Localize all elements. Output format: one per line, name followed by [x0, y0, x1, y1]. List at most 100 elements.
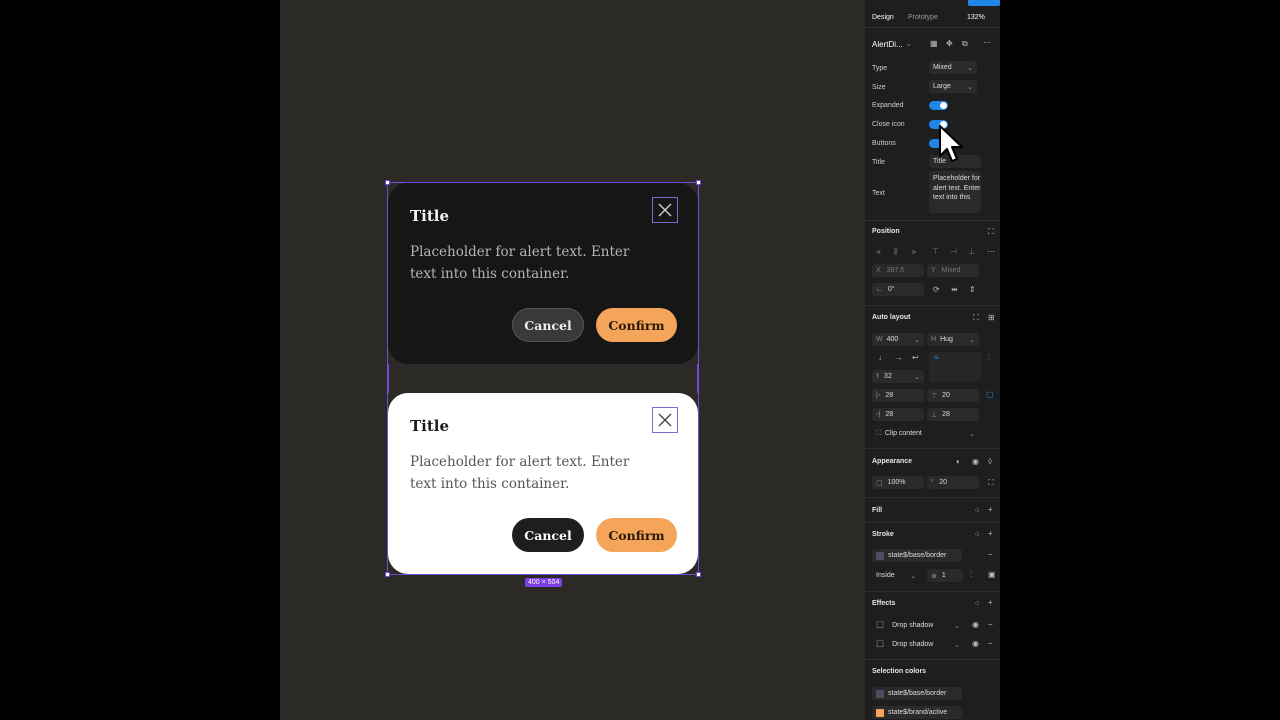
padding-left-input[interactable]: |◦ 28	[872, 389, 924, 402]
align-center-v-icon[interactable]: ⊣	[950, 247, 957, 256]
stroke-position-select[interactable]: Inside ⌄	[872, 569, 920, 582]
flip-horizontal-icon[interactable]: ⇹	[951, 285, 958, 294]
resize-handle-top-left[interactable]	[385, 180, 390, 185]
chevron-down-icon[interactable]: ⌄	[906, 40, 912, 48]
resize-handle-bottom-left[interactable]	[385, 572, 390, 577]
resize-handle-top-right[interactable]	[696, 180, 701, 185]
share-button[interactable]	[968, 0, 1000, 6]
stroke-settings-icon[interactable]: ⫶	[970, 570, 972, 580]
more-icon[interactable]: ⋯	[983, 38, 991, 47]
arrow-right-icon[interactable]: →	[895, 353, 903, 362]
stroke-weight-input[interactable]: ≣ 1	[927, 569, 963, 582]
component-icon[interactable]: ✥	[946, 39, 953, 48]
text-input[interactable]: Placeholder for alert text. Enter text i…	[929, 171, 981, 213]
h-value: Hug	[940, 336, 953, 343]
divider	[865, 448, 1000, 449]
y-value: Mixed	[941, 267, 961, 274]
alert-dialog-dark[interactable]: Title Placeholder for alert text. Enter …	[388, 183, 698, 364]
flip-vertical-icon[interactable]: ⇕	[969, 285, 976, 294]
add-icon[interactable]: +	[988, 505, 993, 514]
effect-item[interactable]: ☐ Drop shadow ⌄	[872, 619, 962, 632]
confirm-button[interactable]: Confirm	[596, 308, 677, 342]
divider	[865, 497, 1000, 498]
checkbox-icon[interactable]: ☐	[876, 639, 884, 650]
dialog-title: Title	[410, 417, 450, 435]
padding-top-input[interactable]: ⊤ 20	[927, 389, 979, 402]
independent-padding-icon[interactable]: ▢	[986, 390, 994, 399]
padding-bottom-input[interactable]: ⊥ 28	[927, 408, 979, 421]
zoom-level[interactable]: 132%	[967, 14, 985, 21]
close-icon[interactable]	[652, 407, 678, 433]
y-input[interactable]: Y Mixed	[927, 264, 979, 277]
x-input[interactable]: X 387.5	[872, 264, 924, 277]
style-grid-icon[interactable]: ⁘	[974, 599, 981, 608]
type-select[interactable]: Mixed ⌄	[929, 61, 977, 74]
checkbox-icon[interactable]: ☐	[876, 620, 884, 631]
copy-icon[interactable]: ⧉	[962, 39, 968, 49]
clip-content-select[interactable]: ⛶ Clip content ⌄	[872, 427, 979, 440]
padding-left-icon: |◦	[876, 392, 881, 399]
effect-name: Drop shadow	[892, 622, 934, 629]
remove-icon[interactable]: −	[988, 639, 993, 648]
rotation-input[interactable]: ∟ 0°	[872, 283, 924, 296]
align-center-h-icon[interactable]: ⫼	[894, 247, 898, 257]
add-icon[interactable]: +	[988, 529, 993, 538]
advanced-layout-icon[interactable]: ⫶	[988, 353, 990, 363]
layout-settings-icon[interactable]: ⊞	[988, 313, 995, 322]
align-top-icon[interactable]: ⊤	[932, 247, 939, 256]
selection-color-item[interactable]: state$/brand/active	[872, 706, 962, 719]
resize-handle-bottom-right[interactable]	[696, 572, 701, 577]
width-input[interactable]: W 400 ⌄	[872, 333, 924, 346]
color-name: state$/base/border	[888, 690, 947, 697]
size-select[interactable]: Large ⌄	[929, 80, 977, 93]
divider	[865, 220, 1000, 221]
arrow-down-icon[interactable]: ↓	[878, 353, 882, 362]
remove-icon[interactable]: −	[988, 620, 993, 629]
rotate-icon[interactable]: ⟳	[933, 285, 940, 294]
align-right-icon[interactable]: ⫸	[912, 247, 917, 257]
cancel-button[interactable]: Cancel	[512, 518, 584, 552]
eye-icon[interactable]: ◉	[972, 639, 979, 648]
stroke-style[interactable]: state$/base/border	[872, 549, 962, 562]
align-left-icon[interactable]: ⫷	[876, 247, 881, 257]
chevron-down-icon: ⌄	[914, 336, 920, 344]
padding-right-input[interactable]: ◦| 28	[872, 408, 924, 421]
drop-icon[interactable]: ◊	[988, 457, 992, 466]
gap-input[interactable]: ⫯ 32 ⌄	[872, 370, 924, 383]
component-name[interactable]: AlertDi...	[872, 40, 903, 49]
corner-expand-icon[interactable]: ⛶	[988, 478, 994, 488]
selection-color-item[interactable]: state$/base/border	[872, 687, 962, 700]
wrap-icon[interactable]: ↩	[912, 353, 919, 362]
style-grid-icon[interactable]: ⁘	[974, 506, 981, 515]
divider	[865, 591, 1000, 592]
rotation-value: 0°	[887, 286, 895, 293]
eye-icon[interactable]: ◉	[972, 620, 979, 629]
chevron-down-icon: ⌄	[967, 64, 973, 72]
blend-icon[interactable]: ◐	[956, 457, 961, 466]
cancel-button[interactable]: Cancel	[512, 308, 584, 342]
opacity-input[interactable]: ▢ 100%	[872, 476, 924, 489]
more-icon[interactable]: ⋯	[987, 247, 995, 256]
design-canvas[interactable]: Title Placeholder for alert text. Enter …	[280, 0, 865, 720]
tab-design[interactable]: Design	[872, 14, 894, 21]
radius-input[interactable]: ⌜ 20	[927, 476, 979, 489]
style-grid-icon[interactable]: ⁘	[974, 530, 981, 539]
effect-item[interactable]: ☐ Drop shadow ⌄	[872, 638, 962, 651]
add-icon[interactable]: +	[988, 598, 993, 607]
confirm-button[interactable]: Confirm	[596, 518, 677, 552]
height-input[interactable]: H Hug ⌄	[927, 333, 979, 346]
remove-icon[interactable]: −	[988, 550, 993, 559]
stroke-sides-icon[interactable]: ▣	[988, 570, 996, 579]
eye-icon[interactable]: ◉	[972, 457, 979, 466]
divider	[865, 27, 1000, 28]
alert-dialog-light[interactable]: Title Placeholder for alert text. Enter …	[388, 393, 698, 574]
close-icon[interactable]	[652, 197, 678, 223]
prop-label: Size	[872, 83, 886, 91]
grid-icon[interactable]: ▦	[930, 39, 938, 48]
constraints-icon[interactable]: ⛶	[988, 227, 994, 237]
align-bottom-icon[interactable]: ⊥	[968, 247, 975, 256]
grid-icon[interactable]: ⛶	[973, 313, 979, 323]
tab-prototype[interactable]: Prototype	[908, 14, 938, 21]
align-top-left-icon[interactable]: ≡	[934, 353, 939, 362]
expanded-toggle[interactable]	[929, 101, 948, 110]
